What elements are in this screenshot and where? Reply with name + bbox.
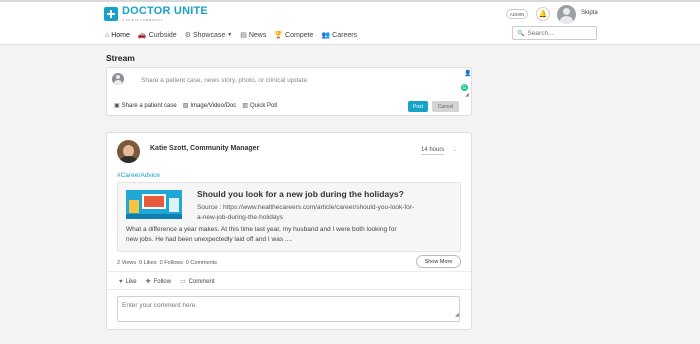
- grammarly-icon[interactable]: G: [461, 84, 468, 91]
- divider: [107, 289, 471, 290]
- nav-curbside-label: Curbside: [148, 31, 177, 39]
- article-source-line-1: Source : https://www.healthecareers.com/…: [197, 204, 415, 211]
- nav-compete-label: Compete: [285, 31, 314, 39]
- heart-icon: ♥: [119, 278, 123, 285]
- brand-text: DOCTOR UNITE A SKIPTA COMMUNITY: [122, 5, 208, 23]
- brand-title: DOCTOR UNITE: [122, 5, 208, 17]
- post-actions: ♥ Like ✚ Follow ▭ Comment: [119, 278, 224, 286]
- article-source: Source : https://www.healthecareers.com/…: [197, 203, 459, 223]
- share-patient-case-button[interactable]: ▣ Share a patient case: [114, 102, 177, 110]
- trophy-icon: 🏆: [274, 32, 284, 39]
- follow-button[interactable]: ✚ Follow: [145, 278, 171, 286]
- car-icon: 🚗: [137, 32, 147, 39]
- nav-compete[interactable]: 🏆 Compete: [274, 31, 314, 40]
- comments-count: 0 Comments: [185, 260, 218, 266]
- post-stats: 2 Views 0 Likes 0 Follows 0 Comments: [117, 260, 220, 266]
- user-avatar[interactable]: [557, 5, 576, 24]
- gear-icon: ⚙: [184, 32, 191, 39]
- post-options-chevron-icon[interactable]: ⌄: [453, 147, 457, 153]
- post-timestamp: 14 hours: [421, 147, 445, 155]
- brand-cross-icon: [104, 7, 118, 21]
- article-thumbnail[interactable]: [126, 190, 182, 219]
- admin-button[interactable]: ADMIN: [506, 9, 528, 19]
- main-nav: ⌂ Home 🚗 Curbside ⚙ Showcase ▼ ▤ News 🏆 …: [105, 31, 365, 40]
- follows-count: 0 Follows: [159, 260, 183, 266]
- nav-careers[interactable]: 👥 Careers: [321, 31, 358, 40]
- nav-home-label: Home: [111, 31, 130, 39]
- composer-actions: ▣ Share a patient case ▧ Image/Video/Doc…: [114, 102, 283, 110]
- cancel-button[interactable]: Cancel: [432, 101, 459, 112]
- nav-news-label: News: [248, 31, 267, 39]
- link-preview-card[interactable]: Should you look for a new job during the…: [117, 182, 461, 252]
- chevron-down-icon: ▼: [227, 32, 233, 38]
- comment-label: Comment: [188, 278, 215, 285]
- nav-curbside[interactable]: 🚗 Curbside: [137, 31, 177, 40]
- article-excerpt-line-1: What a difference a year makes. At this …: [126, 226, 397, 233]
- brand-subtitle: A SKIPTA COMMUNITY: [122, 18, 164, 22]
- article-excerpt-line-2: new jobs. He had been unexpectedly laid …: [126, 236, 293, 243]
- quick-poll-button[interactable]: ▥ Quick Poll: [242, 102, 277, 110]
- home-icon: ⌂: [105, 31, 110, 39]
- patient-case-icon: ▣: [114, 103, 120, 109]
- nav-showcase-label: Showcase: [192, 31, 226, 39]
- person-icon: 👤: [464, 71, 472, 77]
- search-input[interactable]: [527, 29, 598, 37]
- thumbnail-shape-left: [129, 200, 139, 213]
- show-more-button[interactable]: Show More: [416, 255, 461, 268]
- author-name[interactable]: Katie Szott, Community Manager: [150, 145, 259, 152]
- divider: [107, 271, 471, 272]
- like-label: Like: [125, 278, 137, 285]
- plus-icon: ✚: [145, 279, 151, 285]
- comment-icon: ▭: [179, 279, 186, 285]
- quick-poll-label: Quick Poll: [249, 102, 277, 109]
- page-title: Stream: [106, 53, 135, 63]
- thumbnail-shape-right: [169, 198, 179, 212]
- comment-box[interactable]: ◢: [117, 296, 460, 322]
- image-video-doc-label: Image/Video/Doc: [190, 102, 237, 109]
- composer-avatar: [112, 73, 124, 85]
- nav-news[interactable]: ▤ News: [240, 31, 267, 40]
- nav-careers-label: Careers: [332, 31, 358, 39]
- search-box[interactable]: 🔍: [512, 26, 598, 40]
- post-button[interactable]: Post: [408, 101, 428, 112]
- image-icon: ▧: [182, 103, 189, 109]
- news-icon: ▤: [240, 32, 247, 39]
- nav-home[interactable]: ⌂ Home: [105, 32, 130, 39]
- article-title[interactable]: Should you look for a new job during the…: [197, 189, 404, 199]
- username-label[interactable]: Skipta: [581, 10, 598, 16]
- hashtag-link[interactable]: #CareerAdvice: [117, 172, 160, 179]
- thumbnail-base: [126, 214, 182, 219]
- top-border: [0, 0, 700, 2]
- like-button[interactable]: ♥ Like: [119, 278, 137, 285]
- likes-count: 0 Likes: [139, 260, 157, 266]
- brand-logo[interactable]: DOCTOR UNITE A SKIPTA COMMUNITY: [104, 6, 208, 22]
- article-excerpt: What a difference a year makes. At this …: [126, 225, 456, 245]
- article-source-line-2: a-new-job-during-the-holidays: [197, 214, 283, 221]
- comment-button[interactable]: ▭ Comment: [179, 278, 215, 286]
- resize-handle-icon[interactable]: ◢: [465, 92, 469, 98]
- thumbnail-screen: [142, 194, 166, 209]
- views-count: 2 Views: [117, 260, 137, 266]
- follow-label: Follow: [153, 278, 171, 285]
- comment-input[interactable]: [122, 302, 442, 316]
- careers-icon: 👥: [321, 32, 331, 39]
- share-patient-case-label: Share a patient case: [121, 102, 177, 109]
- image-video-doc-button[interactable]: ▧ Image/Video/Doc: [182, 102, 237, 110]
- composer-input[interactable]: Share a patient case, news story, photo,…: [141, 77, 307, 84]
- top-header: DOCTOR UNITE A SKIPTA COMMUNITY ADMIN 🔔 …: [0, 0, 700, 45]
- resize-handle-icon[interactable]: ◢: [455, 312, 459, 318]
- notifications-bell-icon[interactable]: 🔔: [536, 7, 550, 21]
- nav-showcase[interactable]: ⚙ Showcase ▼: [184, 31, 233, 40]
- author-avatar[interactable]: [117, 140, 140, 163]
- post-composer[interactable]: Share a patient case, news story, photo,…: [106, 67, 472, 116]
- poll-icon: ▥: [242, 103, 248, 109]
- search-icon: 🔍: [517, 30, 525, 37]
- feed-post-card: Katie Szott, Community Manager 14 hours …: [106, 132, 472, 330]
